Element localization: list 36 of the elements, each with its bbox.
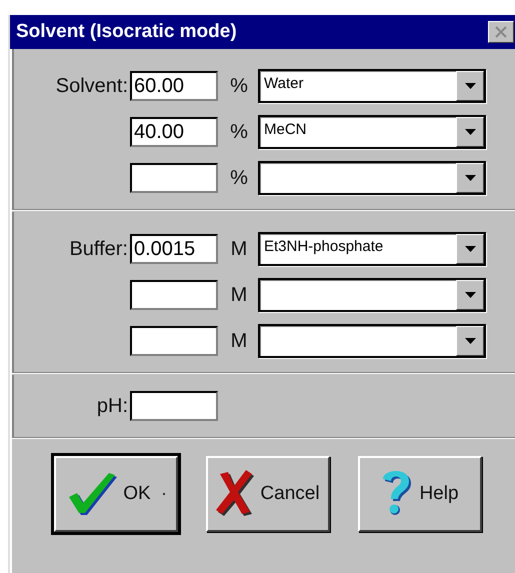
unit-label: %: [229, 166, 249, 190]
caret-icon: [464, 338, 476, 344]
component-dropdown[interactable]: Et3NH-phosphate: [258, 232, 486, 266]
amount-field[interactable]: [130, 280, 218, 310]
component-dropdown[interactable]: [258, 324, 486, 358]
cancel-button[interactable]: Cancel: [206, 456, 330, 532]
amount-field[interactable]: 60.00: [130, 71, 218, 101]
amount-field[interactable]: [130, 326, 218, 356]
help-button[interactable]: Help: [358, 456, 482, 532]
caret-icon: [464, 83, 476, 89]
cross-icon: [216, 470, 256, 518]
amount-field[interactable]: [130, 163, 218, 193]
component-dropdown[interactable]: [258, 278, 486, 312]
field-label: Buffer:: [68, 238, 129, 260]
caret-icon: [464, 175, 476, 181]
caret-icon: [464, 292, 476, 298]
unit-label: M: [230, 330, 248, 352]
amount-field[interactable]: 40.00: [130, 117, 218, 147]
amount-field[interactable]: 0.0015: [130, 234, 218, 264]
close-icon: [493, 25, 509, 39]
close-button[interactable]: [488, 21, 514, 43]
field-label: pH:: [96, 394, 129, 418]
window-title: Solvent (Isocratic mode): [16, 21, 237, 43]
field-label: Solvent:: [54, 74, 129, 98]
component-dropdown[interactable]: Water: [258, 69, 486, 103]
unit-label: M: [230, 284, 248, 306]
caret-icon: [464, 246, 476, 252]
ok-button[interactable]: OK: [54, 456, 178, 532]
component-dropdown[interactable]: MeCN: [258, 115, 486, 149]
checkmark-icon: [67, 471, 120, 517]
caret-icon: [464, 129, 476, 135]
unit-label: M: [230, 238, 248, 260]
ph-field[interactable]: [130, 391, 218, 421]
component-dropdown[interactable]: [258, 161, 486, 195]
unit-label: %: [229, 74, 249, 98]
unit-label: %: [229, 120, 249, 144]
